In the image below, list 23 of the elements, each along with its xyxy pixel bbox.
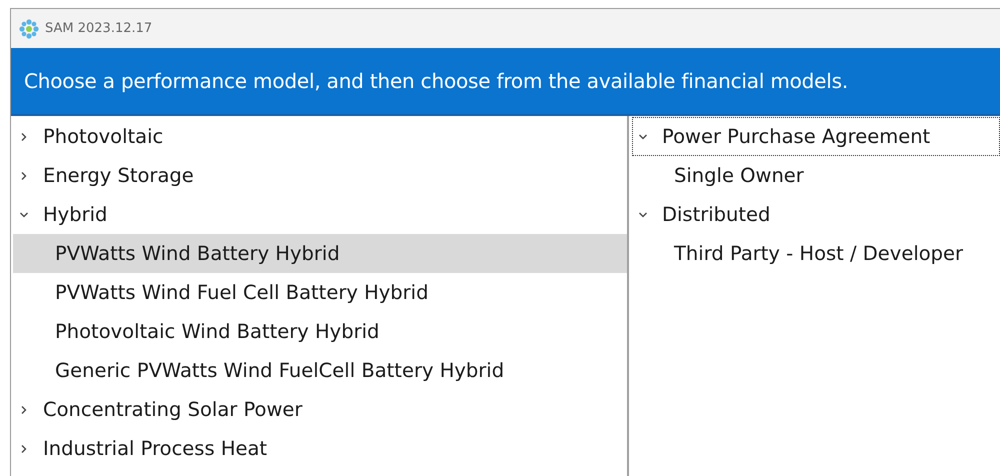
chevron-right-icon[interactable] xyxy=(19,444,29,454)
tree-item[interactable]: Concentrating Solar Power xyxy=(13,390,627,429)
tree-item[interactable]: PVWatts Wind Fuel Cell Battery Hybrid xyxy=(13,273,627,312)
tree-item[interactable]: Photovoltaic Wind Battery Hybrid xyxy=(13,312,627,351)
tree-item[interactable]: Power Purchase Agreement xyxy=(632,117,1000,156)
flower-icon xyxy=(19,18,39,38)
tree-item[interactable]: Industrial Process Heat xyxy=(13,429,627,468)
chevron-down-icon[interactable] xyxy=(638,210,648,220)
tree-item[interactable]: Third Party - Host / Developer xyxy=(632,234,1000,273)
window-title: SAM 2023.12.17 xyxy=(45,21,152,36)
tree-item[interactable]: Generic PVWatts Wind FuelCell Battery Hybrid xyxy=(13,351,627,390)
chevron-right-icon[interactable] xyxy=(19,170,29,180)
chevron-down-icon[interactable] xyxy=(19,210,29,220)
chevron-down-icon[interactable] xyxy=(638,132,648,142)
chevron-right-icon[interactable] xyxy=(19,132,29,142)
tree-item[interactable]: Distributed xyxy=(632,195,1000,234)
tree-item[interactable]: Single Owner xyxy=(632,156,1000,195)
tree-item[interactable]: Photovoltaic xyxy=(13,117,627,156)
chevron-right-icon[interactable] xyxy=(19,404,29,414)
tree-item[interactable]: Hybrid xyxy=(13,195,627,234)
tree-item[interactable]: PVWatts Wind Battery Hybrid xyxy=(13,234,627,273)
tree-item[interactable]: Energy Storage xyxy=(13,156,627,195)
instruction-text: Choose a performance model, and then choose from the available financial models. xyxy=(24,69,848,93)
